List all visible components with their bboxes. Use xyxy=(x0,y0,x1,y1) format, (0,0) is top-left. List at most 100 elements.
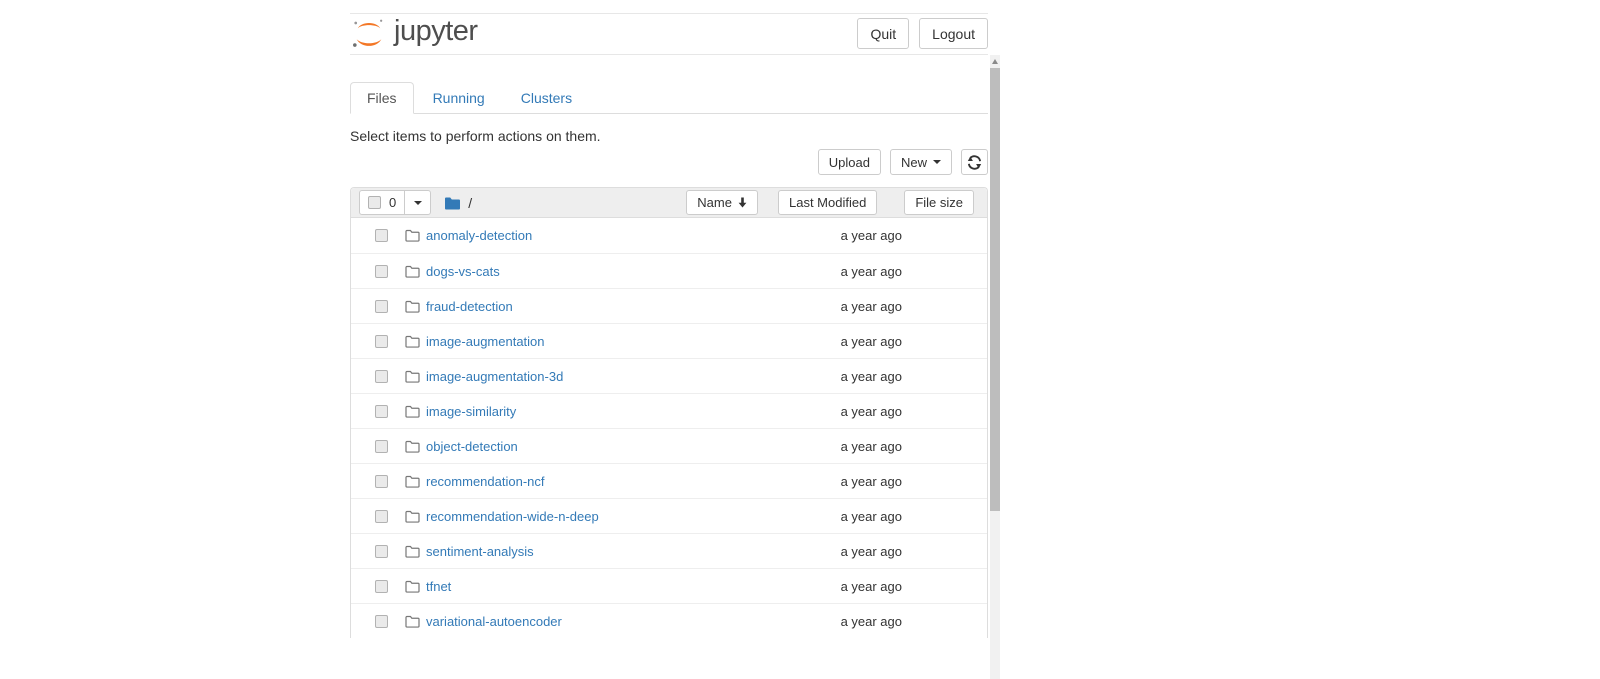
folder-icon xyxy=(405,545,420,558)
sort-modified-button[interactable]: Last Modified xyxy=(778,190,877,215)
sort-name-button[interactable]: Name xyxy=(686,190,758,215)
folder-icon xyxy=(405,615,420,628)
new-dropdown-label: New xyxy=(901,155,927,170)
folder-icon xyxy=(405,335,420,348)
sort-name-label: Name xyxy=(697,195,732,210)
item-modified: a year ago xyxy=(752,614,902,629)
tab-files[interactable]: Files xyxy=(350,82,414,114)
item-modified: a year ago xyxy=(752,579,902,594)
row-checkbox[interactable] xyxy=(375,440,388,453)
table-row: image-augmentation a year ago xyxy=(351,323,987,358)
item-link[interactable]: dogs-vs-cats xyxy=(426,264,500,279)
folder-icon xyxy=(405,580,420,593)
jupyter-logo[interactable]: jupyter xyxy=(351,16,478,52)
item-link[interactable]: tfnet xyxy=(426,579,451,594)
folder-icon xyxy=(405,475,420,488)
item-link[interactable]: recommendation-wide-n-deep xyxy=(426,509,599,524)
arrow-down-icon xyxy=(738,197,747,208)
refresh-button[interactable] xyxy=(961,149,988,175)
table-row: recommendation-ncf a year ago xyxy=(351,463,987,498)
row-checkbox[interactable] xyxy=(375,405,388,418)
row-checkbox[interactable] xyxy=(375,370,388,383)
row-checkbox[interactable] xyxy=(375,300,388,313)
row-checkbox[interactable] xyxy=(375,545,388,558)
folder-icon xyxy=(405,440,420,453)
table-row: sentiment-analysis a year ago xyxy=(351,533,987,568)
tab-bar: Files Running Clusters xyxy=(350,83,988,114)
refresh-icon xyxy=(967,155,982,170)
tab-clusters[interactable]: Clusters xyxy=(504,82,589,114)
table-row: recommendation-wide-n-deep a year ago xyxy=(351,498,987,533)
logout-button[interactable]: Logout xyxy=(919,18,988,49)
table-row: dogs-vs-cats a year ago xyxy=(351,253,987,288)
row-checkbox[interactable] xyxy=(375,580,388,593)
chevron-down-icon xyxy=(933,160,941,164)
jupyter-logo-icon xyxy=(351,16,387,52)
item-link[interactable]: anomaly-detection xyxy=(426,228,532,243)
item-modified: a year ago xyxy=(752,334,902,349)
select-all-group: 0 xyxy=(359,190,431,215)
chevron-down-icon xyxy=(414,201,422,205)
tab-running[interactable]: Running xyxy=(416,82,502,114)
logo-wordmark: jupyter xyxy=(394,17,478,50)
sort-size-button[interactable]: File size xyxy=(904,190,974,215)
table-row: object-detection a year ago xyxy=(351,428,987,463)
item-modified: a year ago xyxy=(752,228,902,243)
item-link[interactable]: image-augmentation xyxy=(426,334,545,349)
row-checkbox[interactable] xyxy=(375,475,388,488)
quit-button[interactable]: Quit xyxy=(857,18,909,49)
row-checkbox[interactable] xyxy=(375,229,388,242)
selected-count: 0 xyxy=(389,195,396,210)
item-modified: a year ago xyxy=(752,509,902,524)
folder-home-icon[interactable] xyxy=(444,196,461,210)
header-buttons: Quit Logout xyxy=(857,18,988,49)
row-checkbox[interactable] xyxy=(375,615,388,628)
table-row: image-similarity a year ago xyxy=(351,393,987,428)
row-checkbox[interactable] xyxy=(375,335,388,348)
folder-icon xyxy=(405,510,420,523)
scroll-up-button[interactable] xyxy=(990,55,1000,67)
folder-icon xyxy=(405,229,420,242)
breadcrumb-path[interactable]: / xyxy=(468,195,472,211)
item-link[interactable]: variational-autoencoder xyxy=(426,614,562,629)
item-link[interactable]: object-detection xyxy=(426,439,518,454)
file-rows: anomaly-detection a year ago dogs-vs-cat… xyxy=(351,218,987,638)
item-modified: a year ago xyxy=(752,369,902,384)
item-modified: a year ago xyxy=(752,264,902,279)
folder-icon xyxy=(405,265,420,278)
folder-icon xyxy=(405,370,420,383)
table-row: fraud-detection a year ago xyxy=(351,288,987,323)
table-row: anomaly-detection a year ago xyxy=(351,218,987,253)
item-modified: a year ago xyxy=(752,474,902,489)
row-checkbox[interactable] xyxy=(375,265,388,278)
list-header: 0 / Name Last Modified File size xyxy=(351,188,987,218)
select-filter-dropdown[interactable] xyxy=(404,190,431,215)
file-listing: 0 / Name Last Modified File size xyxy=(350,187,988,638)
upload-button[interactable]: Upload xyxy=(818,149,881,175)
action-bar: Upload New xyxy=(818,149,988,175)
item-link[interactable]: fraud-detection xyxy=(426,299,513,314)
table-row: image-augmentation-3d a year ago xyxy=(351,358,987,393)
item-link[interactable]: sentiment-analysis xyxy=(426,544,534,559)
table-row: tfnet a year ago xyxy=(351,568,987,603)
folder-icon xyxy=(405,300,420,313)
item-modified: a year ago xyxy=(752,544,902,559)
row-checkbox[interactable] xyxy=(375,510,388,523)
page-content: jupyter Quit Logout Files Running Cluste… xyxy=(350,0,988,679)
item-link[interactable]: image-augmentation-3d xyxy=(426,369,563,384)
scrollbar[interactable] xyxy=(990,55,1000,679)
site-header: jupyter Quit Logout xyxy=(350,13,988,55)
notice-text: Select items to perform actions on them. xyxy=(350,128,601,144)
breadcrumb: / xyxy=(444,195,472,211)
new-dropdown-button[interactable]: New xyxy=(890,149,952,175)
table-row: variational-autoencoder a year ago xyxy=(351,603,987,638)
triangle-up-icon xyxy=(992,59,998,64)
folder-icon xyxy=(405,405,420,418)
item-link[interactable]: image-similarity xyxy=(426,404,516,419)
item-modified: a year ago xyxy=(752,404,902,419)
item-link[interactable]: recommendation-ncf xyxy=(426,474,545,489)
select-all-button[interactable]: 0 xyxy=(359,190,405,215)
select-all-checkbox[interactable] xyxy=(368,196,381,209)
scrollbar-thumb[interactable] xyxy=(990,68,1000,511)
item-modified: a year ago xyxy=(752,299,902,314)
